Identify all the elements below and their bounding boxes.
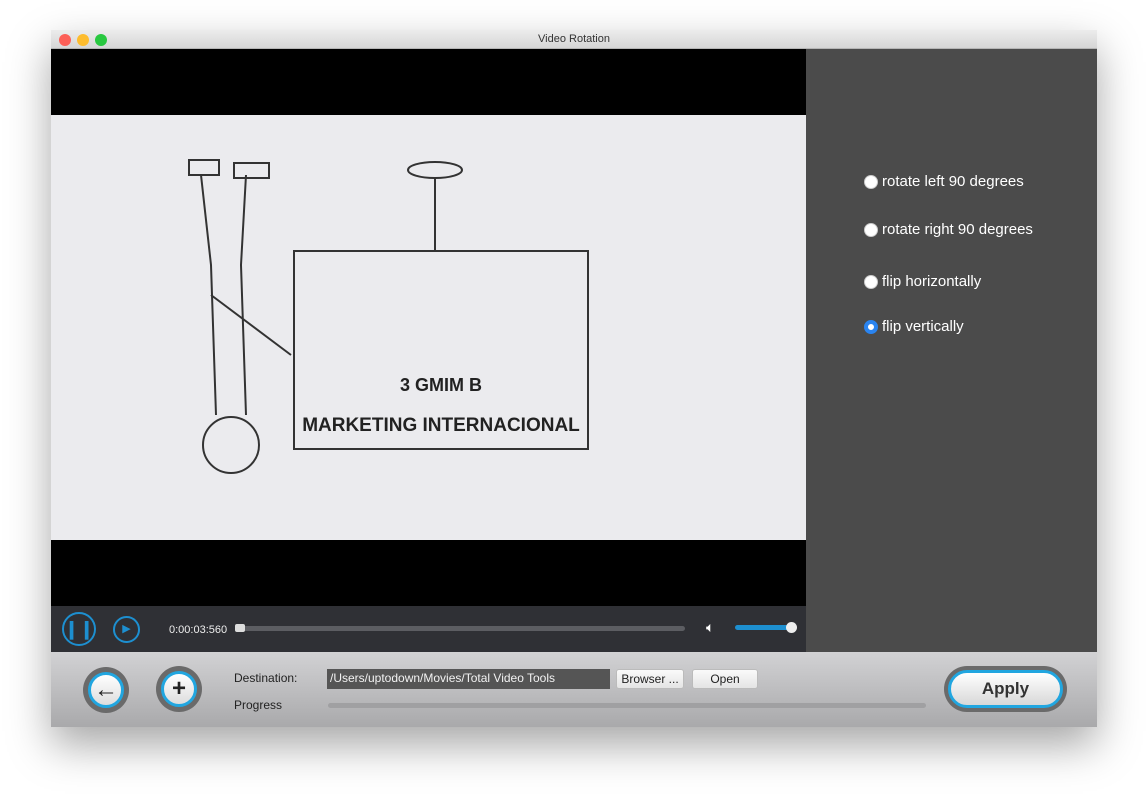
option-flip-horizontal[interactable]: flip horizontally [864,273,981,290]
progress-bar [328,703,926,708]
back-button[interactable]: ← [83,667,129,713]
video-drawing: 3 GMIM B MARKETING INTERNACIONAL [188,159,589,474]
add-button[interactable]: + [156,666,202,712]
apply-label: Apply [948,670,1063,708]
video-frame: 3 GMIM B MARKETING INTERNACIONAL [51,115,806,540]
step-forward-button[interactable]: ▶ [113,616,140,643]
zoom-button[interactable] [95,34,107,46]
option-label: rotate left 90 degrees [882,173,1024,190]
window-title: Video Rotation [538,33,610,45]
option-rotate-left[interactable]: rotate left 90 degrees [864,173,1024,190]
minimize-button[interactable] [77,34,89,46]
options-panel: rotate left 90 degrees rotate right 90 d… [806,49,1097,652]
option-label: flip horizontally [882,273,982,290]
open-button[interactable]: Open [692,669,758,689]
character-head [202,416,260,474]
volume-icon[interactable]: 🔈︎ [706,619,714,636]
time-display: 0:00:03:560 [169,624,228,636]
radio-button-selected[interactable] [864,319,878,334]
video-preview: 3 GMIM B MARKETING INTERNACIONAL [51,49,806,606]
volume-handle[interactable] [786,622,797,633]
close-button[interactable] [59,34,71,46]
option-label: rotate right 90 degrees [882,221,1033,238]
radio-button[interactable] [864,222,878,237]
destination-input[interactable]: /Users/uptodown/Movies/Total Video Tools [327,669,610,689]
option-rotate-right[interactable]: rotate right 90 degrees [864,221,1033,238]
seek-bar[interactable] [235,624,685,632]
destination-label: Destination: [234,671,298,685]
browse-button[interactable]: Browser ... [616,669,684,689]
sign-line-1: 3 GMIM B [400,375,482,395]
plus-icon: + [161,671,197,707]
pause-icon: ❙❙ [64,619,95,639]
step-forward-icon: ▶ [122,623,131,635]
radio-button[interactable] [864,174,878,189]
progress-label: Progress [234,698,283,712]
pause-button[interactable]: ❙❙ [62,612,96,646]
title-bar: Video Rotation [51,30,1097,49]
arrow-left-icon: ← [88,672,124,708]
seek-handle[interactable] [235,624,245,632]
option-flip-vertical[interactable]: flip vertically [864,318,964,335]
option-label: flip vertically [882,318,964,335]
volume-slider[interactable] [735,622,797,633]
sign-line-2: MARKETING INTERNACIONAL [302,415,580,436]
radio-button[interactable] [864,274,878,289]
apply-button[interactable]: Apply [944,666,1067,712]
bottom-panel: ← + Destination: /Users/uptodown/Movies/… [51,652,1097,727]
player-controls: ❙❙ ▶ 0:00:03:560 🔈︎ [51,606,806,652]
app-window: Video Rotation 3 GMIM B MARKETING INTERN… [51,30,1097,727]
